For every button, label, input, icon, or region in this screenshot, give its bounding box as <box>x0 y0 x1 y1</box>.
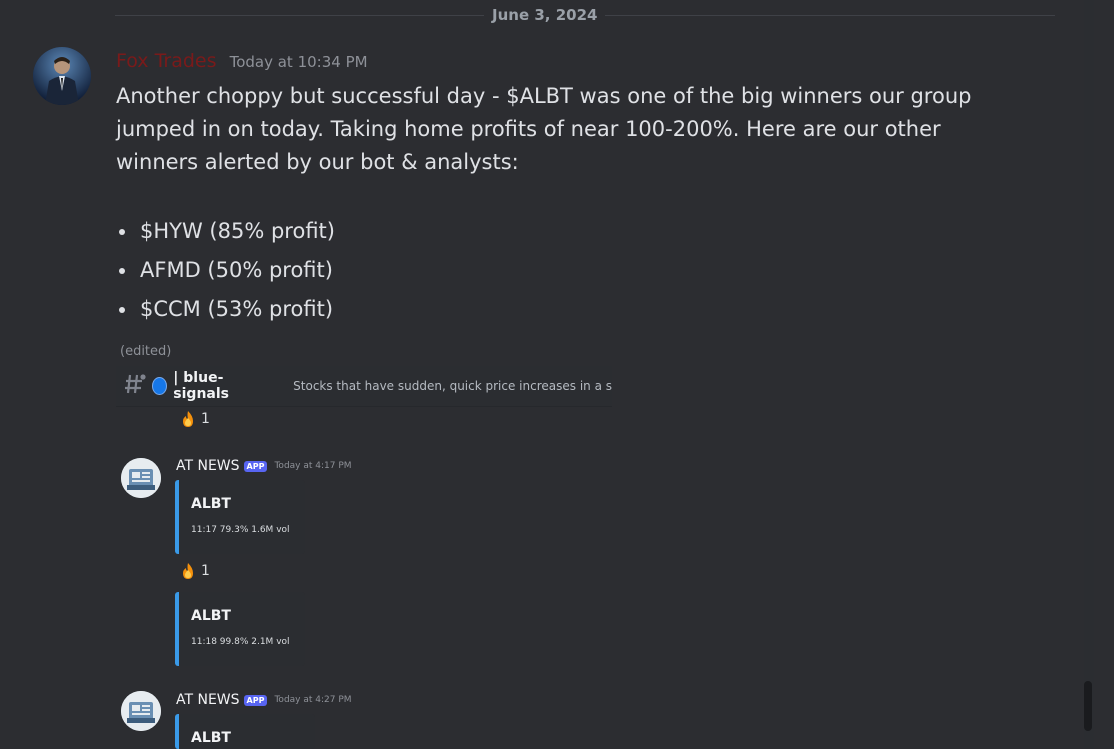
bot-username: AT NEWS <box>176 692 240 708</box>
winners-list: $HYW (85% profit) AFMD (50% profit) $CCM… <box>116 214 335 331</box>
bot-message-header: AT NEWS APP Today at 4:17 PM <box>176 458 352 474</box>
message-paragraph: Another choppy but successful day - $ALB… <box>116 84 972 174</box>
list-item: AFMD (50% profit) <box>116 253 335 292</box>
embedded-channel-bar: | blue-signals Stocks that have sudden, … <box>116 366 612 407</box>
bot-avatar <box>121 458 161 498</box>
fire-icon <box>181 411 195 427</box>
alert-embed: ALBT 11:18 99.8% 2.1M vol <box>175 592 305 666</box>
discord-chat-view: June 3, 2024 Fox Trades Today at 10:34 P… <box>0 0 1114 749</box>
avatar-image-icon <box>33 47 91 105</box>
message-timestamp[interactable]: Today at 10:34 PM <box>230 53 368 71</box>
app-badge: APP <box>243 694 268 706</box>
alert-embed: ALBT 11:17 79.3% 1.6M vol <box>175 480 305 554</box>
newspaper-icon <box>121 691 161 731</box>
embed-title: ALBT <box>191 730 231 746</box>
embed-stats: 11:17 79.3% 1.6M vol <box>191 525 290 535</box>
channel-hash-icon <box>122 371 148 401</box>
reaction-fire: 1 <box>181 563 210 579</box>
bot-avatar <box>121 691 161 731</box>
list-item: $HYW (85% profit) <box>116 214 335 253</box>
bot-message-header: AT NEWS APP Today at 4:27 PM <box>176 692 352 708</box>
reaction-count: 1 <box>201 563 210 579</box>
channel-name: | blue-signals <box>173 370 229 402</box>
message-header: Fox Trades Today at 10:34 PM <box>116 50 368 72</box>
fire-icon <box>181 563 195 579</box>
bot-username: AT NEWS <box>176 458 240 474</box>
alert-embed-partial: ALBT <box>175 714 315 749</box>
newspaper-icon <box>121 458 161 498</box>
date-divider-label: June 3, 2024 <box>484 6 606 24</box>
author-avatar[interactable] <box>33 47 91 105</box>
list-item: $CCM (53% profit) <box>116 292 335 331</box>
scrollbar-track[interactable] <box>1084 0 1094 749</box>
author-username[interactable]: Fox Trades <box>116 50 217 72</box>
bot-timestamp: Today at 4:17 PM <box>274 461 352 471</box>
message-body: Another choppy but successful day - $ALB… <box>116 80 1016 179</box>
reaction-fire: 1 <box>181 411 210 427</box>
blue-circle-icon <box>152 377 168 395</box>
bot-timestamp: Today at 4:27 PM <box>274 695 352 705</box>
reaction-count: 1 <box>201 411 210 427</box>
app-badge: APP <box>243 460 268 472</box>
embed-stats: 11:18 99.8% 2.1M vol <box>191 637 290 647</box>
embed-title: ALBT <box>191 608 231 624</box>
scrollbar-thumb[interactable] <box>1084 681 1092 731</box>
channel-topic: Stocks that have sudden, quick price inc… <box>293 379 612 393</box>
embed-title: ALBT <box>191 496 231 512</box>
edited-label: (edited) <box>120 344 172 359</box>
